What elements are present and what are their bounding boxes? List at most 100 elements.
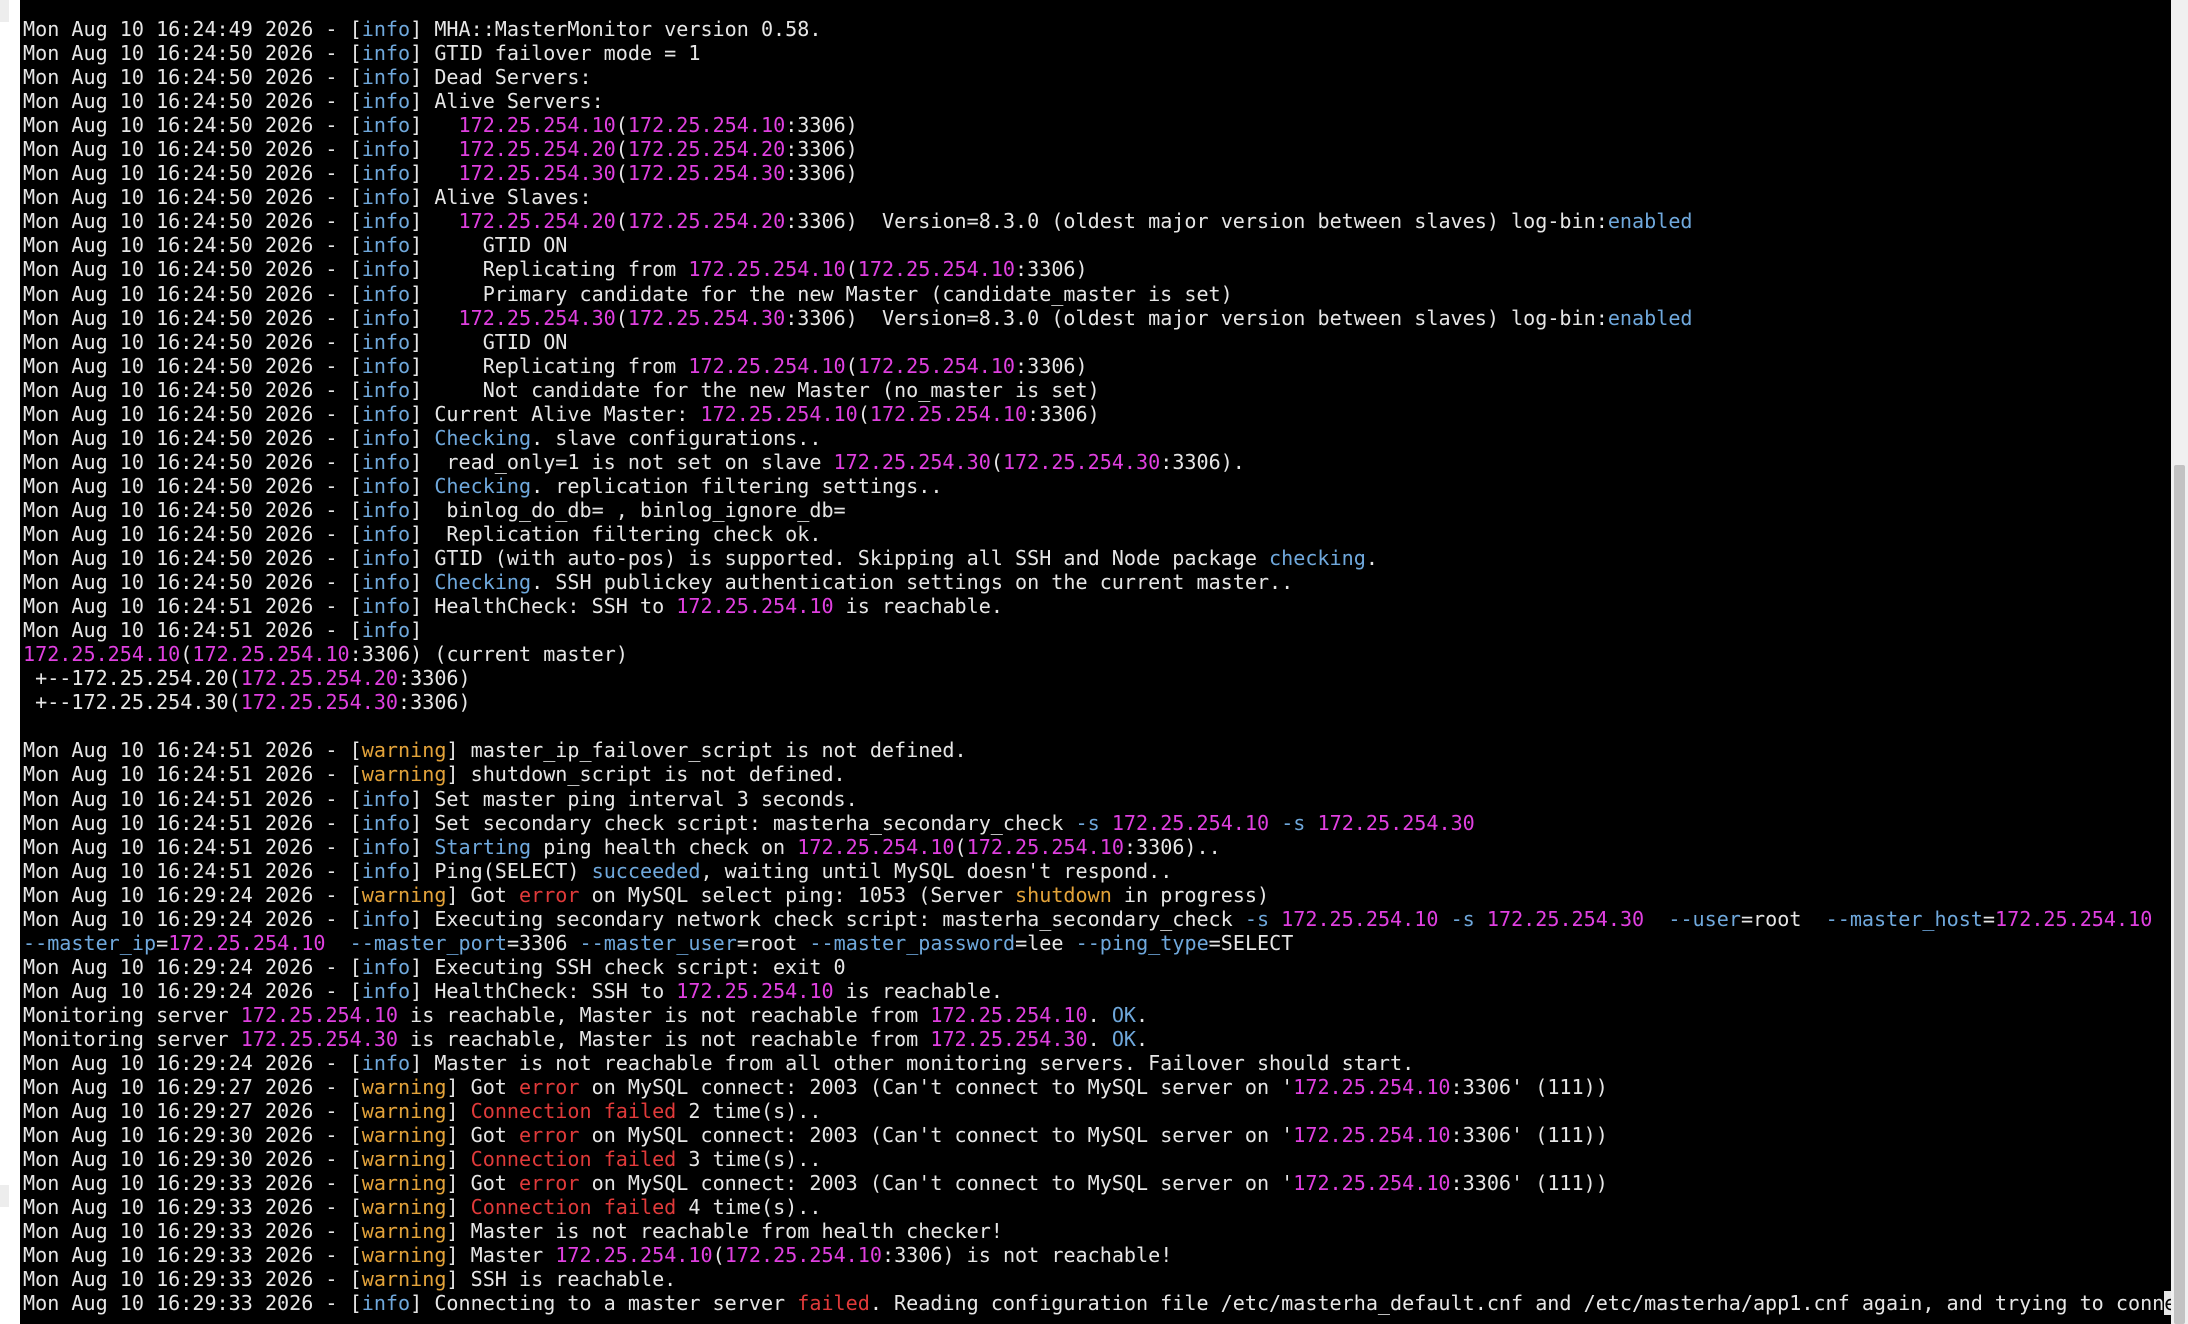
log-text: Mon Aug 10 16:24:50 2026 - [ bbox=[23, 425, 362, 450]
log-text: ( bbox=[990, 449, 1003, 474]
info-tag: info bbox=[361, 521, 411, 546]
ip-address: 172.25.254.30 bbox=[240, 690, 399, 715]
info-tag: info bbox=[361, 906, 411, 931]
info-tag: info bbox=[361, 1291, 411, 1316]
log-text: ] Got bbox=[446, 1123, 520, 1148]
error-text: error bbox=[519, 882, 580, 907]
log-text: ] bbox=[410, 425, 435, 450]
log-text: =3306 bbox=[506, 930, 580, 955]
log-text: =root bbox=[1740, 906, 1826, 931]
ip-address: 172.25.254.10 bbox=[797, 834, 955, 859]
ip-address: 172.25.254.10 bbox=[724, 1243, 882, 1268]
log-text: = bbox=[156, 930, 169, 955]
log-line: Mon Aug 10 16:24:50 2026 - [info] Curren… bbox=[23, 402, 2171, 426]
error-text: error bbox=[519, 1123, 580, 1148]
log-text: ] Master bbox=[446, 1243, 556, 1268]
log-line: Mon Aug 10 16:24:51 2026 - [info] Set ma… bbox=[23, 787, 2171, 811]
log-text: Mon Aug 10 16:24:50 2026 - [ bbox=[23, 377, 362, 402]
scrollbar-thumb[interactable] bbox=[2174, 465, 2185, 1324]
info-tag: info bbox=[361, 473, 411, 498]
log-text: ping health check on bbox=[531, 834, 798, 859]
log-text: :3306). bbox=[1160, 449, 1245, 474]
ip-address: 172.25.254.10 bbox=[930, 1002, 1088, 1027]
log-text: , waiting until MySQL doesn't respond.. bbox=[700, 858, 1173, 883]
log-text: on MySQL connect: 2003 (Can't connect to… bbox=[579, 1171, 1294, 1196]
log-text: 3 time(s).. bbox=[676, 1147, 822, 1172]
log-text: Mon Aug 10 16:24:50 2026 - [ bbox=[23, 89, 362, 114]
log-text: Mon Aug 10 16:24:50 2026 - [ bbox=[23, 113, 362, 138]
log-line: Mon Aug 10 16:29:33 2026 - [info] Connec… bbox=[23, 1291, 2171, 1316]
log-text: --master_password bbox=[809, 930, 1016, 955]
log-line: Mon Aug 10 16:24:50 2026 - [info] 172.25… bbox=[23, 161, 2171, 185]
gutter-marker bbox=[0, 0, 9, 22]
log-text: ] bbox=[410, 161, 459, 186]
log-text: :3306) Version=8.3.0 (oldest major versi… bbox=[785, 305, 1608, 330]
log-text: Monitoring server bbox=[23, 1026, 241, 1051]
log-text: . replication filtering settings.. bbox=[531, 473, 943, 498]
log-text: --master_ip bbox=[23, 930, 157, 955]
log-text: ] bbox=[410, 137, 459, 162]
log-text: --master_host bbox=[1825, 906, 1983, 931]
log-text: = bbox=[1982, 906, 1996, 931]
log-text: is reachable, Master is not reachable fr… bbox=[398, 1002, 931, 1027]
log-text: ( bbox=[615, 161, 628, 186]
info-tag: info bbox=[361, 497, 411, 522]
info-tag: info bbox=[361, 329, 411, 354]
info-tag: info bbox=[361, 594, 411, 619]
log-line: Mon Aug 10 16:29:33 2026 - [warning] SSH… bbox=[23, 1267, 2171, 1291]
log-text: ] bbox=[446, 1195, 471, 1220]
vertical-scrollbar[interactable] bbox=[2171, 0, 2188, 1324]
log-text: Mon Aug 10 16:24:51 2026 - [ bbox=[23, 810, 362, 835]
ip-address: 172.25.254.10 bbox=[688, 353, 846, 378]
log-text: Mon Aug 10 16:24:50 2026 - [ bbox=[23, 521, 362, 546]
log-text: ] bbox=[410, 618, 423, 643]
log-text: Starting bbox=[434, 834, 532, 859]
log-line: Mon Aug 10 16:24:51 2026 - [info] Health… bbox=[23, 594, 2171, 618]
log-line: Monitoring server 172.25.254.30 is reach… bbox=[23, 1027, 2171, 1051]
log-text: Mon Aug 10 16:24:50 2026 - [ bbox=[23, 257, 362, 282]
log-text: ] bbox=[410, 570, 435, 595]
ip-address: 172.25.254.10 bbox=[168, 930, 326, 955]
log-line: +--172.25.254.30(172.25.254.30:3306) bbox=[23, 690, 2171, 714]
log-text: ] Got bbox=[446, 1171, 520, 1196]
terminal-window[interactable]: Mon Aug 10 16:24:49 2026 - [info] MHA::M… bbox=[20, 0, 2171, 1324]
log-line: Mon Aug 10 16:24:51 2026 - [info] Starti… bbox=[23, 835, 2171, 859]
log-text: :3306) bbox=[785, 137, 858, 162]
info-tag: info bbox=[361, 1051, 411, 1076]
log-text: Monitoring server bbox=[23, 1002, 241, 1027]
log-text: Mon Aug 10 16:24:50 2026 - [ bbox=[23, 305, 362, 330]
log-text: ( bbox=[615, 209, 628, 234]
log-text: ] Master is not reachable from all other… bbox=[410, 1051, 1415, 1076]
log-text: ] GTID ON bbox=[410, 329, 568, 354]
log-text: ] GTID failover mode = 1 bbox=[410, 41, 701, 66]
log-text: ( bbox=[615, 137, 628, 162]
ip-address: 172.25.254.10 bbox=[857, 257, 1016, 282]
log-text: Mon Aug 10 16:24:50 2026 - [ bbox=[23, 473, 362, 498]
ip-address: 172.25.254.10 bbox=[555, 1243, 713, 1268]
info-tag: info bbox=[361, 353, 411, 378]
log-text: ] master_ip_failover_script is not defin… bbox=[446, 738, 967, 763]
info-tag: info bbox=[361, 281, 411, 306]
ip-address: 172.25.254.10 bbox=[192, 642, 350, 667]
log-text: ] Got bbox=[446, 1075, 520, 1100]
log-text: ] bbox=[410, 305, 459, 330]
log-text: Mon Aug 10 16:24:51 2026 - [ bbox=[23, 618, 362, 643]
warning-tag: warning bbox=[361, 1171, 447, 1196]
log-text: ( bbox=[180, 642, 193, 667]
log-line: 172.25.254.10(172.25.254.10:3306) (curre… bbox=[23, 642, 2171, 666]
log-text: Mon Aug 10 16:29:30 2026 - [ bbox=[23, 1123, 362, 1148]
log-text: Mon Aug 10 16:29:33 2026 - [ bbox=[23, 1171, 362, 1196]
log-text: ] MHA::MasterMonitor version 0.58. bbox=[410, 17, 822, 41]
log-text: Mon Aug 10 16:29:30 2026 - [ bbox=[23, 1147, 362, 1172]
ip-address: 172.25.254.20 bbox=[458, 209, 616, 234]
info-tag: info bbox=[361, 810, 411, 835]
log-text: ] GTID (with auto-pos) is supported. Ski… bbox=[410, 546, 1270, 571]
log-text: on MySQL connect: 2003 (Can't connect to… bbox=[579, 1123, 1294, 1148]
log-text: Mon Aug 10 16:29:24 2026 - [ bbox=[23, 954, 362, 979]
log-text: Mon Aug 10 16:24:50 2026 - [ bbox=[23, 353, 362, 378]
info-tag: info bbox=[361, 546, 411, 571]
log-text: on MySQL connect: 2003 (Can't connect to… bbox=[579, 1075, 1294, 1100]
log-text: =root bbox=[736, 930, 810, 955]
